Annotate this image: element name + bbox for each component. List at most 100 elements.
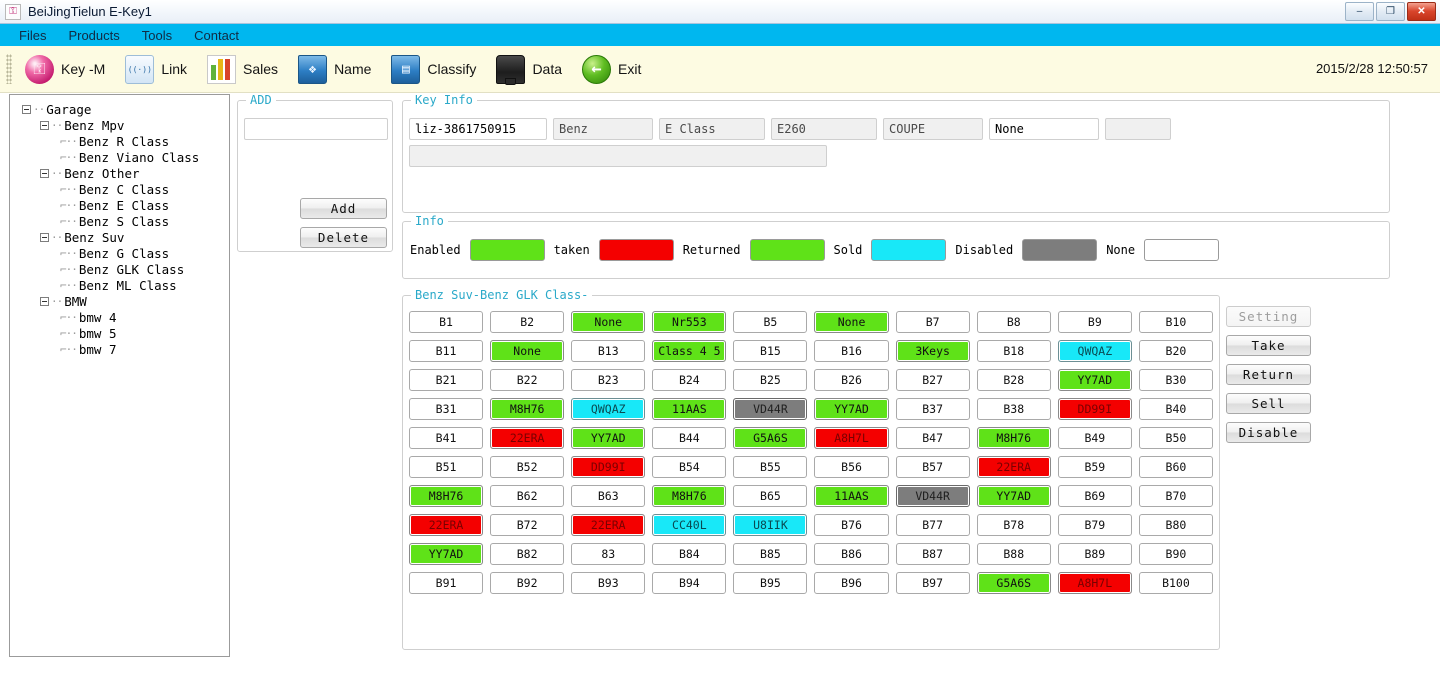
key-cell[interactable]: B44 — [652, 427, 727, 449]
key-cell[interactable]: B56 — [814, 456, 889, 478]
key-cell[interactable]: B76 — [814, 514, 889, 536]
key-cell[interactable]: B5 — [733, 311, 808, 333]
key-cell[interactable]: B9 — [1057, 311, 1132, 333]
key-info-field-extra[interactable]: None — [989, 118, 1099, 140]
key-cell[interactable]: VD44R — [895, 485, 970, 507]
key-cell[interactable]: None — [814, 311, 889, 333]
toolbar-button-classify[interactable]: Classify — [381, 54, 486, 84]
key-cell[interactable]: U8IIK — [733, 514, 808, 536]
tree-node[interactable]: ·· BMW — [14, 293, 225, 309]
key-cell[interactable]: B65 — [733, 485, 808, 507]
key-cell[interactable]: B69 — [1057, 485, 1132, 507]
key-cell[interactable]: B87 — [895, 543, 970, 565]
action-button-sell[interactable]: Sell — [1226, 393, 1311, 414]
tree-node[interactable]: ⌐·· Benz R Class — [14, 133, 225, 149]
key-cell[interactable]: B1 — [409, 311, 484, 333]
key-cell[interactable]: DD99I — [1057, 398, 1132, 420]
garage-tree[interactable]: ·· Garage ·· Benz Mpv ⌐·· Benz R Class ⌐·· Benz… — [9, 94, 230, 657]
key-info-field-id[interactable]: liz-3861750915 — [409, 118, 547, 140]
toolbar-button-key-m[interactable]: Key -M — [15, 54, 115, 84]
key-cell[interactable]: B8 — [976, 311, 1051, 333]
tree-node[interactable]: ⌐·· bmw 7 — [14, 341, 225, 357]
action-button-disable[interactable]: Disable — [1226, 422, 1311, 443]
key-cell[interactable]: 3Keys — [895, 340, 970, 362]
add-button[interactable]: Add — [300, 198, 387, 219]
key-info-field-class[interactable]: E Class — [659, 118, 765, 140]
key-info-field-blank[interactable] — [1105, 118, 1171, 140]
key-cell[interactable]: Nr553 — [652, 311, 727, 333]
key-cell[interactable]: B51 — [409, 456, 484, 478]
key-cell[interactable]: B27 — [895, 369, 970, 391]
key-cell[interactable]: B93 — [571, 572, 646, 594]
toolbar-button-sales[interactable]: Sales — [197, 54, 288, 84]
key-cell[interactable]: B18 — [976, 340, 1051, 362]
key-cell[interactable]: B59 — [1057, 456, 1132, 478]
tree-node[interactable]: ⌐·· Benz Viano Class — [14, 149, 225, 165]
key-cell[interactable]: B26 — [814, 369, 889, 391]
key-cell[interactable]: None — [490, 340, 565, 362]
key-cell[interactable]: A8H7L — [1057, 572, 1132, 594]
tree-node[interactable]: ·· Benz Mpv — [14, 117, 225, 133]
key-cell[interactable]: B23 — [571, 369, 646, 391]
key-cell[interactable]: YY7AD — [814, 398, 889, 420]
key-cell[interactable]: YY7AD — [409, 543, 484, 565]
key-cell[interactable]: B11 — [409, 340, 484, 362]
key-cell[interactable]: B70 — [1138, 485, 1213, 507]
tree-node[interactable]: ⌐·· Benz S Class — [14, 213, 225, 229]
key-cell[interactable]: B94 — [652, 572, 727, 594]
key-cell[interactable]: B16 — [814, 340, 889, 362]
key-cell[interactable]: M8H76 — [490, 398, 565, 420]
tree-collapse-icon[interactable] — [40, 232, 49, 242]
tree-collapse-icon[interactable] — [40, 168, 49, 178]
toolbar-grip[interactable] — [6, 54, 12, 84]
key-cell[interactable]: 11AAS — [652, 398, 727, 420]
key-cell[interactable]: B22 — [490, 369, 565, 391]
key-cell[interactable]: M8H76 — [409, 485, 484, 507]
key-cell[interactable]: B21 — [409, 369, 484, 391]
tree-node[interactable]: ⌐·· Benz ML Class — [14, 277, 225, 293]
tree-collapse-icon[interactable] — [22, 104, 31, 114]
tree-node[interactable]: ·· Garage — [14, 101, 225, 117]
action-button-return[interactable]: Return — [1226, 364, 1311, 385]
key-cell[interactable]: B15 — [733, 340, 808, 362]
maximize-button[interactable]: ❐ — [1376, 2, 1405, 21]
key-info-notes-field[interactable] — [409, 145, 827, 167]
key-cell[interactable]: B24 — [652, 369, 727, 391]
key-cell[interactable]: B2 — [490, 311, 565, 333]
key-cell[interactable]: B38 — [976, 398, 1051, 420]
key-cell[interactable]: B7 — [895, 311, 970, 333]
tree-node[interactable]: ⌐·· bmw 5 — [14, 325, 225, 341]
tree-collapse-icon[interactable] — [40, 120, 49, 130]
key-cell[interactable]: B40 — [1138, 398, 1213, 420]
key-cell[interactable]: M8H76 — [976, 427, 1051, 449]
key-cell[interactable]: B88 — [976, 543, 1051, 565]
key-cell[interactable]: B91 — [409, 572, 484, 594]
key-cell[interactable]: YY7AD — [571, 427, 646, 449]
key-cell[interactable]: QWQAZ — [571, 398, 646, 420]
key-cell[interactable]: B78 — [976, 514, 1051, 536]
tree-node[interactable]: ⌐·· Benz GLK Class — [14, 261, 225, 277]
key-cell[interactable]: B54 — [652, 456, 727, 478]
key-cell[interactable]: 22ERA — [409, 514, 484, 536]
key-cell[interactable]: B85 — [733, 543, 808, 565]
key-info-field-brand[interactable]: Benz — [553, 118, 653, 140]
key-cell[interactable]: 83 — [571, 543, 646, 565]
toolbar-button-data[interactable]: Data — [486, 54, 572, 85]
key-cell[interactable]: Class 4 5 — [652, 340, 727, 362]
menu-item-files[interactable]: Files — [8, 27, 57, 44]
key-info-field-body[interactable]: COUPE — [883, 118, 983, 140]
key-cell[interactable]: B86 — [814, 543, 889, 565]
key-cell[interactable]: 22ERA — [976, 456, 1051, 478]
key-cell[interactable]: 11AAS — [814, 485, 889, 507]
menu-item-products[interactable]: Products — [57, 27, 130, 44]
key-cell[interactable]: G5A6S — [733, 427, 808, 449]
key-cell[interactable]: B100 — [1138, 572, 1213, 594]
key-cell[interactable]: 22ERA — [571, 514, 646, 536]
key-cell[interactable]: A8H7L — [814, 427, 889, 449]
key-cell[interactable]: G5A6S — [976, 572, 1051, 594]
key-cell[interactable]: 22ERA — [490, 427, 565, 449]
key-cell[interactable]: B55 — [733, 456, 808, 478]
add-input[interactable] — [244, 118, 388, 140]
key-cell[interactable]: B31 — [409, 398, 484, 420]
tree-node[interactable]: ⌐·· Benz C Class — [14, 181, 225, 197]
